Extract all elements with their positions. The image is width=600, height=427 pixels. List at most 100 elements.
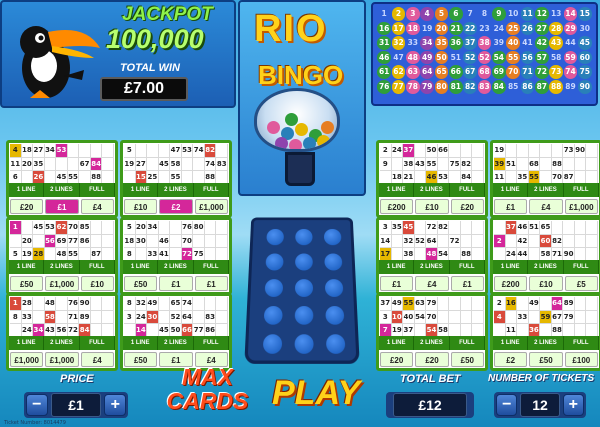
card-cell: 76: [67, 297, 80, 311]
price-plus-button[interactable]: +: [104, 394, 127, 416]
card-prize-label: 1 LINE: [379, 260, 415, 274]
called-ball: 89: [565, 81, 576, 91]
dauber-hole[interactable]: [262, 334, 283, 354]
globe-ball: [275, 137, 288, 149]
card-cell: 38: [403, 157, 415, 172]
card-prize-label: FULL HOUSE: [194, 260, 229, 284]
dauber-hole[interactable]: [266, 228, 284, 246]
card-cell: [10, 234, 22, 249]
dauber-hole[interactable]: [325, 306, 345, 325]
card-cell: [460, 221, 473, 235]
ball-chute: [285, 152, 315, 186]
card-cell: 70: [426, 310, 438, 325]
tickets-minus-button[interactable]: −: [496, 394, 518, 416]
called-ball: 85: [507, 81, 519, 91]
card-cell: 30: [135, 234, 148, 249]
price-minus-button[interactable]: −: [26, 394, 48, 416]
card-prizes: £10 £2 £1,000: [123, 198, 229, 215]
card-prizes: £2 £50 £100: [493, 351, 599, 368]
card-numbers: 2 24 37 50 66 9 38 43 55 75 82 18 21 46 53 84: [380, 144, 484, 185]
bingo-card[interactable]: 5 20 34 76 80 18 30 46 70 8 33 41 72 75 1 LINE 2 LINES F…: [120, 217, 232, 295]
total-win-label: TOTAL WIN: [120, 62, 180, 74]
card-prize-label: 1 LINE: [123, 183, 159, 197]
card-cell: [586, 234, 598, 249]
card-cell: 18: [21, 144, 34, 158]
card-prize-value: £200: [494, 276, 528, 291]
dauber-hole[interactable]: [263, 306, 283, 325]
called-ball: 51: [450, 52, 462, 62]
card-cell: 83: [216, 157, 228, 172]
card-prize-label: 1 LINE: [379, 183, 415, 197]
called-ball: 30: [579, 23, 591, 33]
bingo-card[interactable]: 2 24 37 50 66 9 38 43 55 75 82 18 21 46 53 84 1 LINE 2 LI…: [376, 140, 488, 218]
card-cell: 59: [540, 310, 552, 325]
card-prize-labels: 1 LINE2 LINESFULL HOUSE: [493, 336, 599, 360]
card-prizes: £20 £20 £50: [379, 351, 485, 368]
card-prize-value: £4: [529, 199, 563, 214]
called-ball: 90: [578, 79, 592, 94]
called-ball: 79: [420, 79, 434, 94]
bingo-card[interactable]: 2 16 49 64 89 4 33 59 67 79 11 36 88 1 LINE 2 LINES FUL…: [490, 293, 600, 371]
bingo-card[interactable]: 4 18 27 34 53 11 20 35 67 84 6 26 45 55 88 1 LINE 2 LINE…: [6, 140, 118, 218]
card-cell: 49: [391, 297, 404, 311]
dauber-hole[interactable]: [295, 253, 313, 271]
called-ball: 47: [393, 52, 404, 62]
bingo-card[interactable]: 1 45 53 62 70 85 20 56 69 77 86 5 19 28 48 55 87 1 LINE 2 …: [6, 217, 118, 295]
card-cell: [449, 144, 461, 158]
dauber-hole[interactable]: [295, 228, 313, 246]
dauber-hole[interactable]: [294, 334, 314, 354]
dauber-hole[interactable]: [323, 228, 342, 246]
max-cards-button[interactable]: MAX CARDS: [165, 365, 250, 413]
card-cell: [449, 297, 461, 311]
called-ball: 19: [421, 23, 433, 33]
card-numbers: 1 28 48 76 90 8 33 58 71 89 24 34 43 56 72 84: [10, 297, 114, 338]
called-ball: 40: [506, 36, 520, 50]
dauber-hole[interactable]: [294, 306, 314, 325]
called-ball: 32: [391, 36, 406, 50]
card-cell: [216, 234, 228, 249]
card-cell: [460, 144, 473, 158]
globe-ball: [303, 137, 316, 149]
card-cell: 74: [204, 157, 217, 172]
card-prize-value: £1,000: [564, 199, 598, 214]
bingo-card[interactable]: 5 47 53 74 82 19 27 45 58 74 83 15 25 55 88 1 LINE 2 LIN…: [120, 140, 232, 218]
dauber-hole[interactable]: [264, 279, 284, 297]
card-prize-value: £10: [124, 199, 158, 214]
card-cell: 74: [181, 297, 194, 311]
card-prize-value: £1: [45, 199, 79, 214]
globe-ball: [321, 121, 334, 134]
card-cell: 53: [56, 144, 68, 158]
card-cell: [574, 310, 587, 325]
tickets-plus-button[interactable]: +: [562, 394, 584, 416]
card-cell: [33, 234, 45, 249]
dauber-hole[interactable]: [324, 279, 344, 297]
card-prize-label: FULL HOUSE: [450, 183, 485, 207]
dauber-hole[interactable]: [324, 253, 343, 271]
card-cell: [528, 234, 541, 249]
bingo-card[interactable]: 37 49 55 63 79 3 10 40 54 70 7 19 37 54 58 1 LINE 2 LINE…: [376, 293, 488, 371]
card-cell: [216, 221, 228, 235]
dauber-hole[interactable]: [265, 253, 284, 271]
card-cell: [56, 157, 68, 172]
bingo-card[interactable]: 37 46 51 65 2 42 60 82 24 44 58 71 90 1 LINE 2 LINES FU…: [490, 217, 600, 295]
bingo-card[interactable]: 19 73 90 39 51 68 88 11 35 55 70 87 1 LINE 2 LINES FUL…: [490, 140, 600, 218]
card-cell: 55: [426, 157, 438, 172]
play-button[interactable]: PLAY: [272, 374, 360, 413]
card-cell: 43: [414, 157, 427, 172]
tickets-stepper: − 12 +: [494, 392, 586, 418]
card-cell: [540, 297, 552, 311]
jackpot-panel: JACKPOT 100,000 TOTAL WIN £7.00: [0, 0, 236, 108]
called-numbers-grid: 1 2 3 4 5 6 7 8 9 10 11 12 13 14 15 16 17 18 19 20 21 22 23 24 2…: [377, 7, 592, 94]
globe-ball: [317, 135, 330, 148]
dauber-hole[interactable]: [294, 279, 314, 297]
card-prize-label: 2 LINES: [44, 260, 80, 274]
called-ball: 71: [520, 65, 535, 79]
card-cell: 60: [540, 234, 552, 249]
card-cell: 5: [124, 144, 136, 158]
bingo-card[interactable]: 8 32 49 65 74 3 24 30 52 64 83 14 45 50 66 77 86 1 LINE 2 …: [120, 293, 232, 371]
bingo-card[interactable]: 3 35 45 72 82 14 32 52 64 72 17 38 48 54 88 1 LINE 2 LIN…: [376, 217, 488, 295]
bingo-card[interactable]: 1 28 48 76 90 8 33 58 71 89 24 34 43 56 72 84 1 LINE 2 LI…: [6, 293, 118, 371]
card-cell: [33, 310, 45, 325]
called-ball: 55: [506, 50, 520, 65]
dauber-hole[interactable]: [325, 334, 346, 354]
